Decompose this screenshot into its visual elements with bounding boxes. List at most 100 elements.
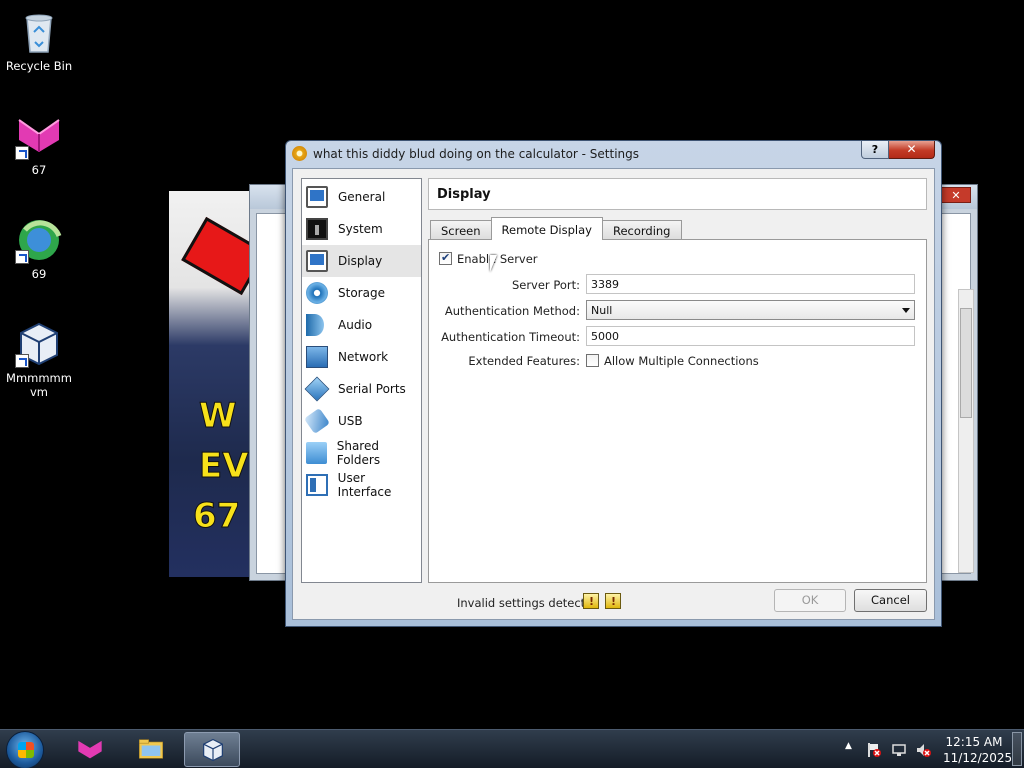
manager-scrollbar[interactable] [958, 289, 974, 573]
sidebar-item-storage[interactable]: Storage [302, 277, 421, 309]
usb-icon [303, 407, 331, 435]
remote-display-panel: Enable Server Server Port: 3389 Authenti… [428, 239, 927, 583]
user-interface-icon [306, 474, 328, 496]
dialog-title-bar[interactable]: what this diddy blud doing on the calcul… [286, 141, 941, 167]
sidebar-item-label: User Interface [337, 471, 392, 499]
desktop-icon-label: Recycle Bin [5, 59, 73, 73]
sidebar-item-system[interactable]: System [302, 213, 421, 245]
desktop-icon-recycle-bin[interactable]: Recycle Bin [1, 8, 77, 73]
auth-timeout-label: Authentication Timeout: [441, 330, 580, 344]
sidebar-item-label: System [338, 222, 383, 236]
sidebar-item-serial-ports[interactable]: Serial Ports [302, 373, 421, 405]
mouse-cursor-icon [490, 255, 497, 272]
dialog-body: General System Display Storage Audio Net… [292, 168, 935, 620]
auth-method-label: Authentication Method: [444, 304, 580, 318]
warning-icon[interactable] [605, 593, 621, 609]
display-icon [306, 250, 328, 272]
desktop-icon-label: 69 [31, 267, 47, 281]
server-port-label: Server Port: [511, 278, 580, 292]
gear-icon [292, 146, 307, 161]
desktop-icon-69[interactable]: 69 [1, 216, 77, 281]
auth-method-row: Authentication Method: Null [429, 300, 926, 322]
thumbnail-text: 67 [192, 496, 241, 537]
cancel-button[interactable]: Cancel [854, 589, 927, 612]
thumbnail-text: W [199, 396, 238, 437]
sidebar-item-label: Serial Ports [338, 382, 406, 396]
enable-server-label[interactable]: Enable Server [457, 252, 538, 266]
taskbar-explorer-button[interactable] [123, 732, 179, 767]
folder-icon [139, 739, 163, 759]
scrollbar-thumb[interactable] [960, 308, 972, 418]
sidebar-item-display[interactable]: Display [302, 245, 421, 277]
show-desktop-button[interactable] [1012, 732, 1022, 766]
virtualbox-cube-icon [15, 320, 63, 368]
manager-close-button[interactable]: ✕ [941, 187, 971, 203]
pink-cat-app-icon [15, 112, 63, 160]
video-thumbnail-image: W EV 67 [169, 191, 253, 577]
sidebar-item-usb[interactable]: USB [302, 405, 421, 437]
tray-expand-arrow[interactable]: ▲ [845, 741, 852, 751]
sidebar-item-label: General [338, 190, 386, 204]
system-clock[interactable]: 12:15 AM 11/12/2025 [943, 734, 1012, 766]
network-icon [306, 346, 328, 368]
display-tabs: Screen Remote Display Recording [430, 217, 682, 240]
desktop-icon-label: Mmmmmm vm [6, 371, 72, 399]
server-port-input[interactable]: 3389 [586, 274, 915, 294]
sidebar-item-audio[interactable]: Audio [302, 309, 421, 341]
start-button[interactable] [6, 731, 44, 768]
extended-features-label: Extended Features: [468, 354, 580, 368]
auth-timeout-input[interactable]: 5000 [586, 326, 915, 346]
disk-icon [306, 282, 328, 304]
tab-screen[interactable]: Screen [430, 220, 492, 240]
monitor-icon [306, 186, 328, 208]
shortcut-arrow-icon [15, 354, 29, 368]
sidebar-item-user-interface[interactable]: User Interface [302, 469, 421, 501]
taskbar-pink-app-button[interactable] [62, 732, 118, 767]
network-icon[interactable] [891, 742, 907, 758]
tab-recording[interactable]: Recording [601, 220, 682, 240]
taskbar-virtualbox-button[interactable] [184, 732, 240, 767]
sidebar-item-label: Shared Folders [336, 439, 381, 467]
serial-port-icon [304, 376, 330, 402]
sidebar-item-label: Storage [338, 286, 385, 300]
action-center-flag-icon[interactable] [866, 742, 882, 758]
tab-remote-display[interactable]: Remote Display [490, 217, 603, 240]
auth-method-value: Null [591, 304, 613, 317]
desktop-icon-67[interactable]: 67 [1, 112, 77, 177]
browser-globe-icon [15, 216, 63, 264]
desktop-icon-mmmmmm-vm[interactable]: Mmmmmm vm [1, 320, 77, 399]
sidebar-item-label: Display [338, 254, 383, 268]
shortcut-arrow-icon [15, 146, 29, 160]
virtualbox-cube-icon [203, 738, 223, 762]
help-button[interactable]: ? [861, 141, 889, 159]
desktop-icon-label: 67 [31, 163, 47, 177]
settings-dialog[interactable]: what this diddy blud doing on the calcul… [285, 140, 942, 627]
folder-icon [306, 442, 327, 464]
speaker-icon [306, 314, 324, 336]
recycle-bin-icon [15, 8, 63, 56]
motherboard-icon [306, 218, 328, 240]
shortcut-arrow-icon [15, 250, 29, 264]
section-title: Display [428, 178, 927, 210]
sidebar-item-label: USB [338, 414, 363, 428]
thumbnail-text: EV [199, 446, 250, 487]
allow-multiple-connections-label[interactable]: Allow Multiple Connections [604, 354, 759, 368]
sidebar-item-general[interactable]: General [302, 181, 421, 213]
sidebar-item-network[interactable]: Network [302, 341, 421, 373]
warning-icon[interactable] [583, 593, 599, 609]
pink-cat-app-icon [78, 740, 102, 759]
sidebar-item-label: Audio [338, 318, 373, 332]
ok-button[interactable]: OK [774, 589, 846, 612]
auth-method-select[interactable]: Null [586, 300, 915, 320]
settings-category-list[interactable]: General System Display Storage Audio Net… [301, 178, 422, 583]
taskbar: ▲ 12:15 AM 11/12/2025 [0, 729, 1024, 768]
red-arrow-graphic [181, 216, 253, 296]
chevron-down-icon [902, 308, 910, 313]
allow-multiple-connections-checkbox[interactable] [586, 354, 599, 367]
sidebar-item-label: Network [338, 350, 389, 364]
close-button[interactable]: ✕ [889, 141, 935, 159]
extended-features-row: Extended Features: Allow Multiple Connec… [429, 350, 926, 372]
enable-server-checkbox[interactable] [439, 251, 452, 265]
volume-muted-icon[interactable] [915, 742, 931, 758]
sidebar-item-shared-folders[interactable]: Shared Folders [302, 437, 421, 469]
